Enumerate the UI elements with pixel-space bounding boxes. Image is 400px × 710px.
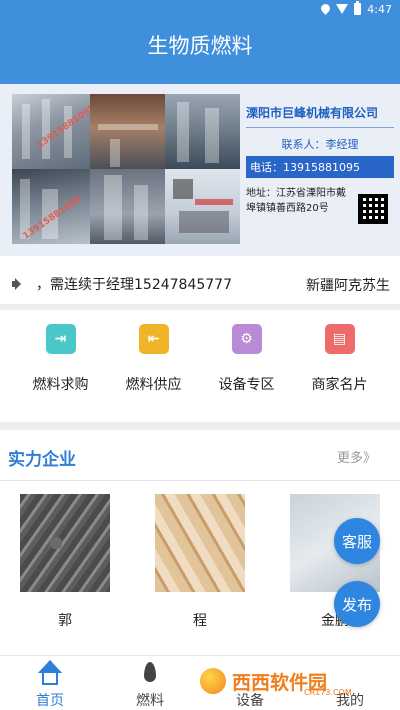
category-menu: ⇥ 燃料求购 ⇤ 燃料供应 ⚙ 设备专区 ▤ 商家名片 (0, 318, 400, 408)
status-time: 4:47 (367, 2, 392, 16)
signal-icon (336, 4, 349, 14)
page-title: 生物质燃料 (147, 34, 253, 58)
promo-banner[interactable]: 13915881095 13915881095 溧阳市巨峰机械有限公司 联系人：… (0, 84, 400, 256)
tab-label: 首页 (36, 693, 64, 709)
site-watermark-logo: 西西软件园 CR173.COM (198, 662, 376, 700)
company-label: 程 (193, 613, 207, 629)
menu-label: 商家名片 (311, 377, 368, 393)
divider (0, 480, 400, 481)
home-icon (36, 660, 64, 686)
customer-service-button[interactable]: 客服 (334, 518, 380, 564)
company-name: 溧阳市巨峰机械有限公司 (246, 104, 394, 128)
card-icon: ▤ (324, 324, 355, 354)
status-bar: 4:47 (321, 1, 392, 17)
watermark-subtext: CR173.COM (304, 688, 352, 697)
gear-icon: ⚙ (231, 324, 262, 354)
factory-photo: 13915881095 (12, 94, 90, 169)
notice-text: ，需连续于经理15247845777 (36, 277, 232, 293)
factory-photo (90, 94, 165, 169)
more-link[interactable]: 更多》 (337, 447, 376, 466)
contact-phone: 电话：13915881095 (246, 156, 394, 178)
flame-icon (136, 660, 164, 686)
menu-item-fuel-supply[interactable]: ⇤ 燃料供应 (114, 318, 194, 408)
menu-item-business-cards[interactable]: ▤ 商家名片 (300, 318, 380, 408)
menu-label: 燃料求购 (32, 377, 89, 393)
tab-label: 燃料 (136, 693, 164, 709)
company-label: 郭 (58, 613, 72, 629)
location-icon (321, 4, 330, 15)
app-bar: 4:47 生物质燃料 (0, 0, 400, 84)
menu-item-equipment[interactable]: ⚙ 设备专区 (207, 318, 287, 408)
menu-label: 设备专区 (218, 377, 275, 393)
section-title: 实力企业 (8, 450, 76, 470)
exit-icon: ⇤ (138, 324, 169, 354)
company-image (155, 494, 245, 592)
company-image (20, 494, 110, 592)
tab-home[interactable]: 首页 (0, 656, 100, 710)
contact-person: 联系人：李经理 (281, 138, 359, 151)
menu-item-fuel-purchase[interactable]: ⇥ 燃料求购 (21, 318, 101, 408)
factory-photo (90, 169, 165, 244)
qr-code-icon (358, 194, 388, 224)
notice-text-next: 新疆阿克苏生 (306, 278, 390, 294)
tab-fuel[interactable]: 燃料 (100, 656, 200, 710)
company-address: 地址：江苏省溧阳市戴埠镇镇善西路20号 (246, 188, 346, 214)
menu-label: 燃料供应 (125, 377, 182, 393)
factory-photo (165, 94, 240, 169)
machine-diagram (165, 169, 240, 244)
divider (0, 422, 400, 430)
logo-icon (198, 666, 228, 696)
factory-photo: 13915881095 (12, 169, 90, 244)
notice-marquee[interactable]: ，需连续于经理15247845777 新疆阿克苏生 (0, 268, 400, 300)
battery-icon (354, 1, 362, 15)
factory-photos: 13915881095 13915881095 (12, 94, 240, 244)
divider (0, 304, 400, 310)
company-card[interactable]: 郭 (20, 494, 110, 630)
enter-icon: ⇥ (45, 324, 76, 354)
speaker-icon (12, 277, 36, 291)
publish-button[interactable]: 发布 (334, 581, 380, 627)
company-card[interactable]: 程 (155, 494, 245, 630)
